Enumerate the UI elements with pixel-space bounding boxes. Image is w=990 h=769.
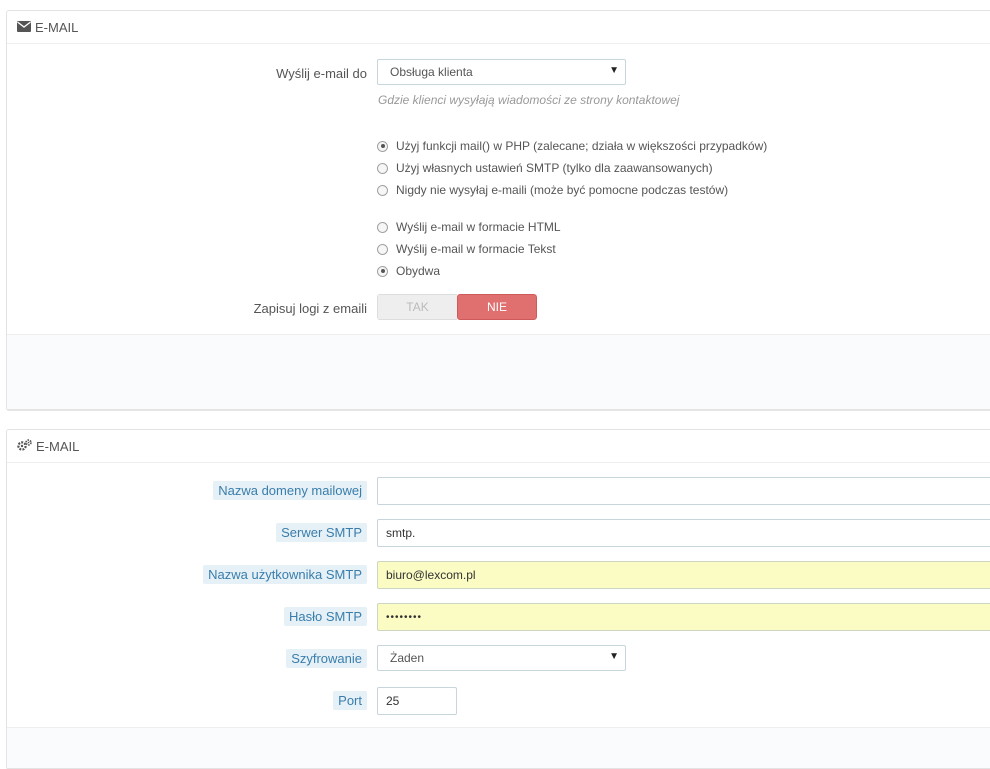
log-emails-toggle[interactable]: TAK NIE — [377, 294, 537, 320]
toggle-no-option[interactable]: NIE — [457, 294, 537, 320]
radio-button[interactable] — [377, 265, 388, 277]
format-option-text[interactable]: Wyślij e-mail w formacie Tekst — [377, 242, 556, 256]
method-option-label: Użyj funkcji mail() w PHP (zalecane; dzi… — [396, 139, 768, 153]
smtp-server-label-text: Serwer SMTP — [276, 523, 367, 542]
method-option-label: Użyj własnych ustawień SMTP (tylko dla z… — [396, 161, 713, 175]
smtp-password-label-text: Hasło SMTP — [284, 607, 367, 626]
log-emails-label: Zapisuj logi z emaili — [253, 301, 367, 316]
smtp-username-label-text: Nazwa użytkownika SMTP — [203, 565, 367, 584]
format-option-html[interactable]: Wyślij e-mail w formacie HTML — [377, 220, 561, 234]
method-option-never[interactable]: Nigdy nie wysyłaj e-maili (może być pomo… — [377, 183, 728, 197]
format-option-label: Wyślij e-mail w formacie HTML — [396, 220, 561, 234]
method-option-php[interactable]: Użyj funkcji mail() w PHP (zalecane; dzi… — [377, 139, 767, 153]
radio-button[interactable] — [377, 243, 388, 255]
port-label: Port — [333, 691, 367, 710]
smtp-username-label: Nazwa użytkownika SMTP — [203, 565, 367, 584]
method-option-smtp[interactable]: Użyj własnych ustawień SMTP (tylko dla z… — [377, 161, 713, 175]
radio-button[interactable] — [377, 140, 388, 152]
radio-button[interactable] — [377, 184, 388, 196]
send-to-value: Obsługa klienta — [390, 65, 473, 79]
smtp-server-label: Serwer SMTP — [276, 523, 367, 542]
email-settings-panel: E-MAIL Wyślij e-mail do Obsługa klienta … — [6, 10, 990, 410]
radio-button[interactable] — [377, 162, 388, 174]
port-label-text: Port — [333, 691, 367, 710]
port-input[interactable]: 25 — [377, 687, 457, 715]
radio-button[interactable] — [377, 221, 388, 233]
encryption-label: Szyfrowanie — [286, 649, 367, 668]
caret-down-icon: ▼ — [609, 651, 619, 662]
send-to-label: Wyślij e-mail do — [276, 66, 367, 81]
send-to-select[interactable]: Obsługa klienta ▼ — [377, 59, 626, 85]
panel-header: E-MAIL — [7, 11, 990, 44]
encryption-label-text: Szyfrowanie — [286, 649, 367, 668]
panel-header: E-MAIL — [7, 430, 990, 463]
smtp-password-label: Hasło SMTP — [284, 607, 367, 626]
panel-title: E-MAIL — [36, 438, 80, 454]
smtp-username-input[interactable]: biuro@lexcom.pl — [377, 561, 990, 589]
format-option-label: Wyślij e-mail w formacie Tekst — [396, 242, 556, 256]
panel-title: E-MAIL — [35, 19, 79, 35]
send-to-help: Gdzie klienci wysyłają wiadomości ze str… — [378, 93, 680, 107]
panel-footer — [7, 727, 990, 768]
caret-down-icon: ▼ — [609, 65, 619, 76]
envelope-icon — [17, 20, 35, 35]
toggle-yes-option[interactable]: TAK — [377, 294, 457, 320]
smtp-password-input[interactable]: •••••••• — [377, 603, 990, 631]
method-option-label: Nigdy nie wysyłaj e-maili (może być pomo… — [396, 183, 729, 197]
format-option-label: Obydwa — [396, 264, 441, 278]
mail-domain-label: Nazwa domeny mailowej — [213, 481, 367, 500]
mail-domain-input[interactable] — [377, 477, 990, 505]
encryption-select[interactable]: Żaden ▼ — [377, 645, 626, 671]
mail-domain-label-text: Nazwa domeny mailowej — [213, 481, 367, 500]
format-option-both[interactable]: Obydwa — [377, 264, 440, 278]
encryption-value: Żaden — [390, 651, 425, 665]
panel-footer — [7, 334, 990, 409]
smtp-server-input[interactable]: smtp. — [377, 519, 990, 547]
cogs-icon — [17, 438, 36, 454]
smtp-settings-panel: E-MAIL Nazwa domeny mailowej Serwer SMTP… — [6, 429, 990, 769]
